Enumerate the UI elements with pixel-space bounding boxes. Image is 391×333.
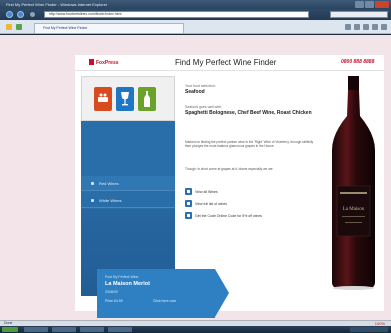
- phone-number: 0800 888 8888: [341, 59, 375, 65]
- taskbar: [0, 326, 391, 333]
- tab-bar: Find My Perfect Wine Finder: [0, 20, 391, 34]
- wine-match-title: Spaghetti Bolognese, Chef Beef Wine, Roa…: [185, 110, 312, 116]
- arrow-icon: [185, 200, 192, 207]
- selection-label: Your food selection:: [185, 84, 216, 88]
- favorites-star-icon[interactable]: [6, 24, 12, 30]
- view-full-list-option[interactable]: View full list of wines: [185, 200, 227, 207]
- window-controls: [355, 1, 389, 8]
- wine-glass-icon: [121, 92, 129, 106]
- site-header: FoxPress Find My Perfect Wine Finder 080…: [75, 55, 384, 71]
- address-bar[interactable]: http://www.fourbertslines.com/finder/ind…: [44, 11, 309, 18]
- status-text: Done: [4, 321, 13, 325]
- promo-wine-name: La Maison Merlot: [105, 281, 150, 287]
- category-panel: [81, 76, 175, 121]
- add-favorite-icon[interactable]: [16, 24, 22, 30]
- wine-finder-site: FoxPress Find My Perfect Wine Finder 080…: [75, 55, 384, 318]
- bottle-category-button[interactable]: [138, 87, 156, 111]
- wine-bottle-icon: [144, 91, 150, 107]
- bullet-icon: [91, 199, 94, 202]
- page-menu-icon[interactable]: [372, 24, 378, 30]
- search-input[interactable]: [330, 11, 388, 18]
- tools-menu-icon[interactable]: [381, 24, 387, 30]
- feeds-icon[interactable]: [354, 24, 360, 30]
- taskbar-item[interactable]: [52, 327, 76, 332]
- window-title: Find My Perfect Wine Finder - Windows In…: [6, 2, 108, 7]
- close-button[interactable]: [375, 1, 389, 8]
- match-label: Seafood goes well with:: [185, 105, 222, 109]
- sidebar-item-label: Red Wines: [99, 181, 119, 186]
- arrow-icon: [185, 212, 192, 219]
- result-panel: Your food selection: Seafood Seafood goe…: [175, 76, 323, 296]
- view-all-wines-option[interactable]: View all Wines: [185, 188, 218, 195]
- sidebar-item-white-wines[interactable]: White Wines: [81, 193, 175, 208]
- dropdown-icon[interactable]: [30, 12, 35, 17]
- bottle-image: La Maison: [323, 74, 384, 296]
- forward-icon[interactable]: [17, 11, 24, 18]
- bottle-label-text: La Maison: [343, 207, 365, 212]
- bullet-icon: [91, 182, 94, 185]
- maximize-button[interactable]: [365, 1, 374, 8]
- selection-value: Seafood: [185, 89, 205, 95]
- promo-box[interactable]: Find My Perfect Wine La Maison Merlot 20…: [97, 269, 215, 318]
- food-category-button[interactable]: [94, 87, 112, 111]
- hint-text: Though: in short some at grapes at it, b…: [185, 167, 273, 171]
- taskbar-item[interactable]: [108, 327, 132, 332]
- promo-arrow-icon: [215, 269, 229, 317]
- browser-toolbar: http://www.fourbertslines.com/finder/ind…: [0, 9, 391, 20]
- food-icon: [98, 93, 108, 102]
- minimize-button[interactable]: [355, 1, 364, 8]
- back-icon[interactable]: [6, 11, 13, 18]
- taskbar-item[interactable]: [24, 327, 48, 332]
- command-bar: [345, 24, 387, 30]
- promo-vintage: 2008/09: [105, 290, 118, 294]
- wine-bottle-image: La Maison: [332, 74, 375, 290]
- sidebar-item-label: White Wines: [99, 198, 122, 203]
- tab-active[interactable]: Find My Perfect Wine Finder: [34, 23, 184, 33]
- arrow-icon: [185, 188, 192, 195]
- logo-mark-icon: [89, 59, 94, 65]
- window-titlebar: Find My Perfect Wine Finder - Windows In…: [0, 0, 391, 9]
- print-icon[interactable]: [363, 24, 369, 30]
- system-tray: [350, 327, 388, 332]
- start-button[interactable]: [2, 327, 18, 332]
- promo-label: Find My Perfect Wine: [105, 275, 139, 279]
- page-viewport: FoxPress Find My Perfect Wine Finder 080…: [0, 35, 391, 320]
- wine-description: Marked on finding the perfect partner wi…: [185, 140, 314, 149]
- wine-category-button[interactable]: [116, 87, 134, 111]
- page-title: Find My Perfect Wine Finder: [175, 58, 277, 67]
- promo-cta-link[interactable]: Click here now: [153, 299, 176, 303]
- discount-code-option[interactable]: Get the Code Online Code for 5% off wine…: [185, 212, 262, 219]
- category-column: Red Wines White Wines: [81, 76, 175, 296]
- sidebar-item-red-wines[interactable]: Red Wines: [81, 176, 175, 191]
- taskbar-item[interactable]: [80, 327, 104, 332]
- browser-window: Find My Perfect Wine Finder - Windows In…: [0, 0, 391, 333]
- home-icon[interactable]: [345, 24, 351, 30]
- site-logo[interactable]: FoxPress: [89, 59, 119, 66]
- promo-price: Price £4.99: [105, 299, 123, 303]
